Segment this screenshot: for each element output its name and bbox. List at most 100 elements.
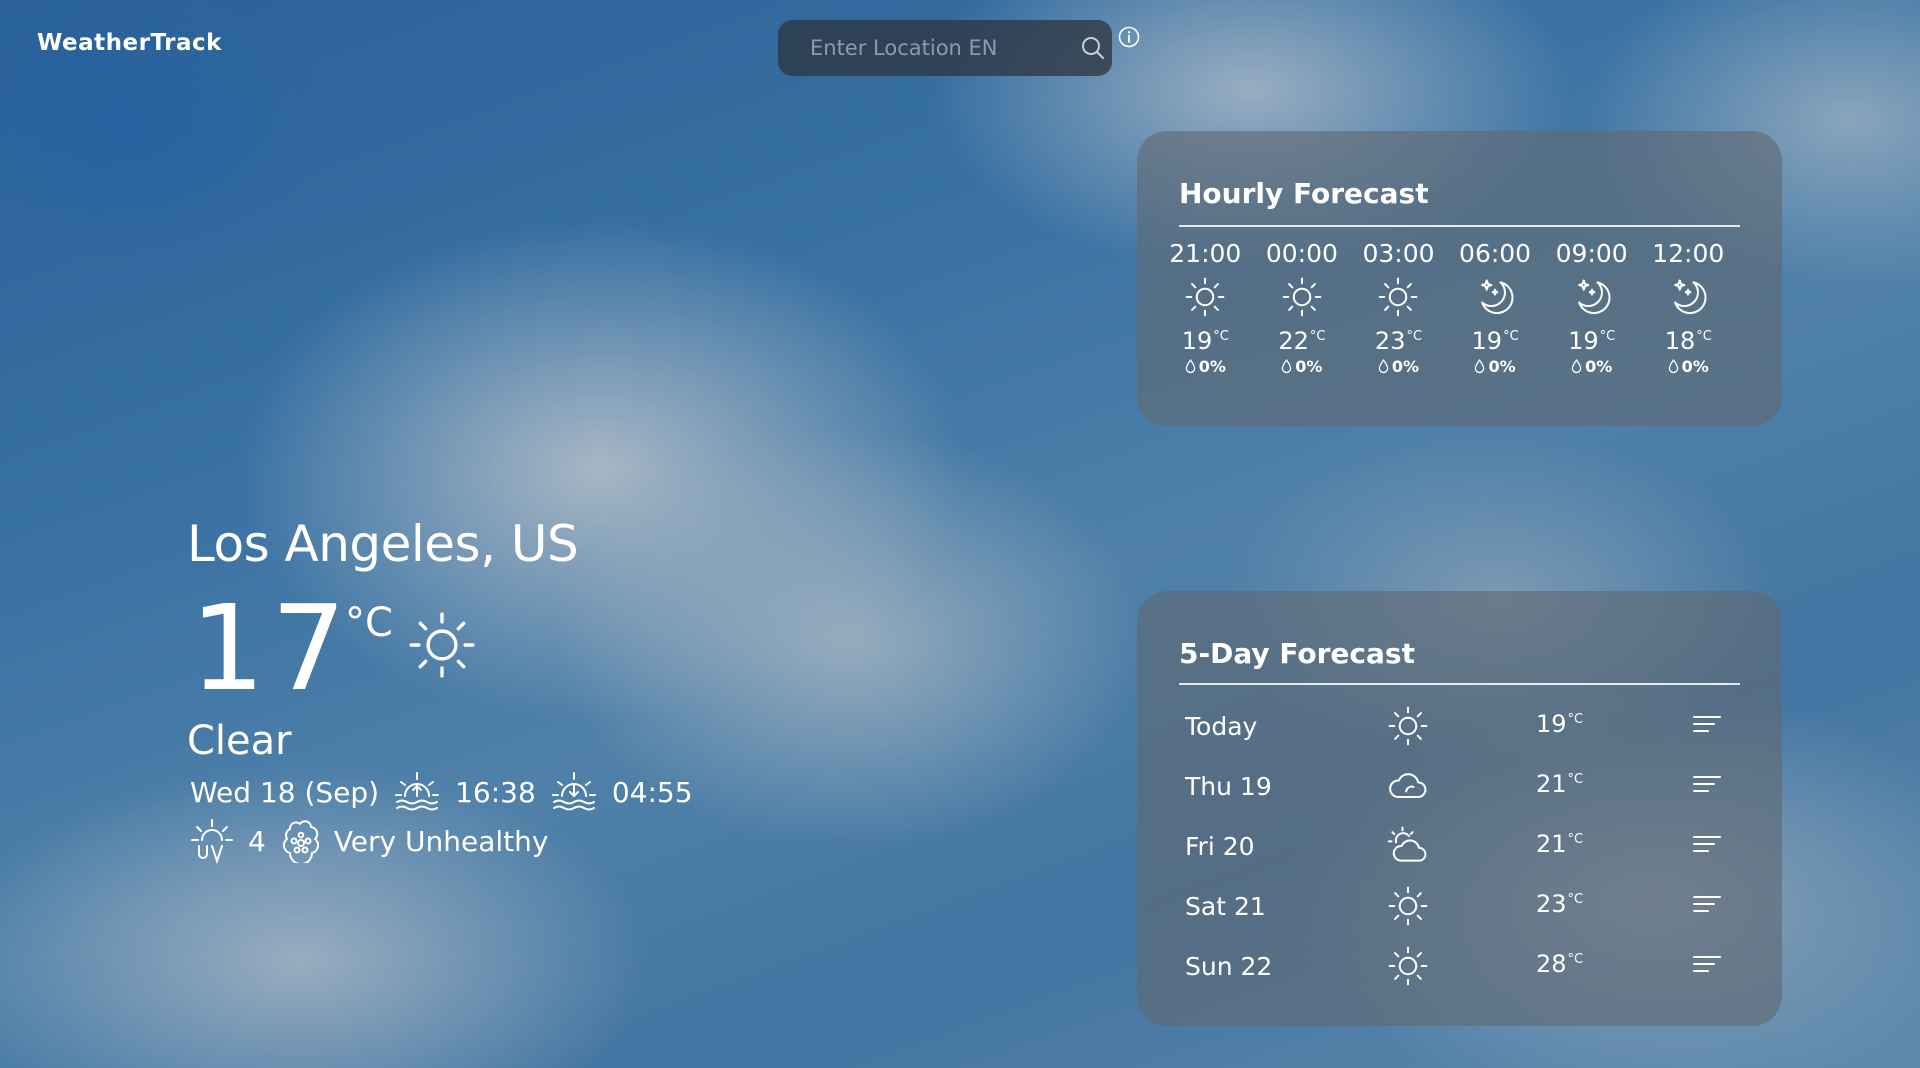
day-icon-wrap <box>1385 763 1431 809</box>
sunrise-time: 16:38 <box>455 775 536 809</box>
day-temperature: 28°C <box>1536 950 1583 978</box>
hourly-item[interactable]: 21:00 19°C 0% <box>1157 239 1254 376</box>
hourly-item[interactable]: 12:00 18°C 0% <box>1640 239 1737 376</box>
sun-icon <box>1183 275 1227 319</box>
hour-rain-value: 0% <box>1681 357 1709 376</box>
day-temp-unit: °C <box>1567 772 1584 787</box>
air-quality-label: Very Unhealthy <box>333 824 549 858</box>
hour-temp-unit: °C <box>1503 329 1519 344</box>
five-day-forecast-panel: 5-Day Forecast Today 19°C Thu 19 21°C Fri 20… <box>1137 591 1782 1026</box>
day-temperature: 21°C <box>1536 830 1583 858</box>
hour-temperature: 19°C <box>1182 327 1229 357</box>
hour-rain-value: 0% <box>1488 357 1516 376</box>
hour-temp-value: 18 <box>1664 327 1696 355</box>
daily-row[interactable]: Sat 21 23°C <box>1185 876 1734 936</box>
daily-row[interactable]: Fri 20 21°C <box>1185 816 1734 876</box>
hour-rain-value: 0% <box>1391 357 1420 376</box>
raindrop-icon <box>1281 359 1292 374</box>
uv-icon <box>191 819 233 864</box>
hour-icon-wrap <box>1666 271 1710 323</box>
daily-row[interactable]: Today 19°C <box>1185 696 1734 756</box>
hour-temperature: 18°C <box>1665 327 1712 357</box>
hour-time: 03:00 <box>1362 239 1435 268</box>
sun-icon <box>405 608 479 682</box>
hour-temp-value: 23 <box>1374 327 1406 355</box>
details-icon[interactable] <box>1692 892 1722 920</box>
hour-temp-value: 19 <box>1471 327 1503 355</box>
hour-icon-wrap <box>1183 271 1227 323</box>
current-temperature: 17 <box>190 579 353 717</box>
hour-time: 12:00 <box>1652 239 1725 268</box>
temperature-unit: °C <box>345 600 393 646</box>
partly-cloudy-icon <box>1386 824 1430 868</box>
day-temp-unit: °C <box>1567 832 1584 847</box>
hour-temp-unit: °C <box>1213 329 1229 344</box>
raindrop-icon <box>1571 359 1582 374</box>
day-temp-unit: °C <box>1567 952 1584 967</box>
day-name: Fri 20 <box>1185 831 1255 861</box>
hour-rain-chance: 0% <box>1571 357 1612 376</box>
hourly-item[interactable]: 03:00 23°C 0% <box>1350 239 1447 376</box>
day-name: Sun 22 <box>1185 951 1273 981</box>
hourly-item[interactable]: 09:00 19°C 0% <box>1543 239 1640 376</box>
details-icon[interactable] <box>1692 772 1722 800</box>
day-icon-wrap <box>1385 883 1431 929</box>
hour-rain-chance: 0% <box>1281 357 1322 376</box>
search-icon[interactable] <box>1080 33 1106 63</box>
air-quality-icon <box>282 820 319 863</box>
hour-temperature: 23°C <box>1375 327 1422 357</box>
info-icon[interactable] <box>1118 26 1140 48</box>
hour-icon-wrap <box>1473 271 1517 323</box>
hour-temperature: 19°C <box>1472 327 1519 357</box>
hour-rain-value: 0% <box>1295 357 1323 376</box>
hour-rain-value: 0% <box>1585 357 1613 376</box>
daily-row[interactable]: Thu 19 21°C <box>1185 756 1734 816</box>
details-icon[interactable] <box>1692 952 1722 980</box>
hour-temp-value: 19 <box>1568 327 1599 355</box>
hour-time: 00:00 <box>1265 239 1338 268</box>
current-date: Wed 18 (Sep) <box>190 775 380 809</box>
cloud-icon <box>1386 764 1430 808</box>
hourly-item[interactable]: 06:00 19°C 0% <box>1447 239 1544 376</box>
hourly-forecast-title: Hourly Forecast <box>1179 177 1429 210</box>
day-temp-unit: °C <box>1567 712 1584 727</box>
day-temp-unit: °C <box>1567 892 1584 907</box>
hourly-forecast-panel: Hourly Forecast 21:00 19°C 0% 00:00 22°C 0% 03… <box>1137 131 1782 426</box>
details-icon[interactable] <box>1692 712 1722 740</box>
day-temp-value: 23 <box>1536 890 1567 918</box>
search-bar <box>778 20 1112 76</box>
hour-temp-unit: °C <box>1599 329 1616 344</box>
hour-icon-wrap <box>1280 271 1324 323</box>
hourly-list: 21:00 19°C 0% 00:00 22°C 0% 03:00 23°C 0% 06:00 19… <box>1157 239 1737 376</box>
raindrop-icon <box>1185 359 1196 374</box>
sun-icon <box>1386 704 1430 748</box>
day-temp-value: 21 <box>1536 770 1567 798</box>
hour-icon-wrap <box>1376 271 1420 323</box>
day-temperature: 19°C <box>1536 710 1583 738</box>
hourly-item[interactable]: 00:00 22°C 0% <box>1254 239 1351 376</box>
hour-temp-unit: °C <box>1696 329 1712 344</box>
five-day-forecast-title: 5-Day Forecast <box>1179 637 1415 670</box>
uv-air-row: 4 Very Unhealthy <box>190 818 548 864</box>
app-logo[interactable]: WeatherTrack <box>37 30 222 56</box>
sun-icon <box>1376 275 1420 319</box>
day-icon-wrap <box>1385 823 1431 869</box>
location-search-input[interactable] <box>808 35 1080 61</box>
sun-icon <box>1386 884 1430 928</box>
hour-temperature: 22°C <box>1278 327 1325 357</box>
hour-temperature: 19°C <box>1568 327 1615 357</box>
details-icon[interactable] <box>1692 832 1722 860</box>
day-temp-value: 28 <box>1536 950 1567 978</box>
uv-index-value: 4 <box>248 824 266 858</box>
day-icon-wrap <box>1385 943 1431 989</box>
hour-rain-value: 0% <box>1198 357 1226 376</box>
moon-icon <box>1473 275 1517 319</box>
day-temp-value: 21 <box>1536 830 1567 858</box>
daily-row[interactable]: Sun 22 28°C <box>1185 936 1734 996</box>
hour-rain-chance: 0% <box>1185 357 1226 376</box>
hour-temp-value: 19 <box>1181 327 1213 355</box>
sunset-time: 04:55 <box>611 775 693 809</box>
raindrop-icon <box>1474 359 1485 374</box>
day-name: Today <box>1185 711 1258 741</box>
daily-list: Today 19°C Thu 19 21°C Fri 20 21°C Sat 21 23°C S… <box>1185 696 1734 996</box>
